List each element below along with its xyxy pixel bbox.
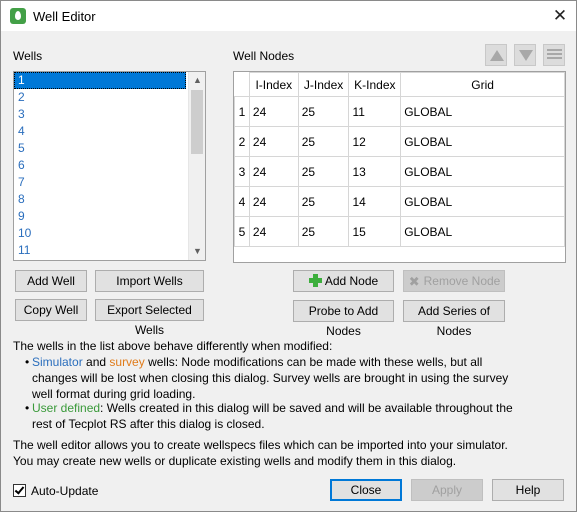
wells-list[interactable]: 1 2 3 4 5 6 7 8 9 10 11 ▲ ▼	[13, 71, 206, 261]
list-item[interactable]: 11	[14, 242, 186, 259]
probe-to-add-nodes-button[interactable]: Probe to Add Nodes	[293, 300, 394, 338]
auto-update-label[interactable]: Auto-Update	[31, 484, 98, 498]
k-index-cell[interactable]: 11	[348, 96, 402, 127]
title-bar: Well Editor ✕	[1, 1, 576, 31]
table-row[interactable]: 3 24 25 13 GLOBAL	[234, 156, 565, 187]
row-number: 3	[234, 156, 250, 187]
copy-well-button[interactable]: Copy Well	[15, 299, 87, 321]
grid-cell[interactable]: GLOBAL	[400, 156, 565, 187]
bullet2-text: : Wells created in this dialog will be s…	[32, 401, 513, 431]
add-well-button[interactable]: Add Well	[15, 270, 87, 292]
x-icon: ✖	[408, 274, 420, 289]
apply-button[interactable]: Apply	[411, 479, 483, 501]
column-header[interactable]: I-Index	[248, 72, 299, 97]
grid-cell[interactable]: GLOBAL	[400, 216, 565, 247]
well-editor-app-icon	[10, 8, 26, 24]
list-item[interactable]: 8	[14, 191, 186, 208]
row-number: 1	[234, 96, 250, 127]
j-index-cell[interactable]: 25	[297, 96, 350, 127]
check-icon	[14, 484, 25, 495]
row-number: 5	[234, 216, 250, 247]
well-nodes-grid[interactable]: I-Index J-Index K-Index Grid 1 24 25 11 …	[233, 71, 566, 263]
column-header[interactable]: K-Index	[348, 72, 402, 97]
k-index-cell[interactable]: 12	[348, 126, 402, 157]
k-index-cell[interactable]: 13	[348, 156, 402, 187]
k-index-cell[interactable]: 14	[348, 186, 402, 217]
intro-text: The wells in the list above behave diffe…	[13, 339, 333, 353]
grid-cell[interactable]: GLOBAL	[400, 96, 565, 127]
move-up-icon[interactable]	[485, 44, 507, 66]
j-index-cell[interactable]: 25	[297, 186, 350, 217]
scroll-thumb[interactable]	[191, 90, 203, 154]
list-item[interactable]: 9	[14, 208, 186, 225]
i-index-cell[interactable]: 24	[248, 216, 299, 247]
close-icon[interactable]: ✕	[551, 7, 569, 25]
add-node-button[interactable]: Add Node	[293, 270, 394, 292]
well-editor-window: Well Editor ✕ Wells 1 2 3 4 5 6 7 8 9 10…	[0, 0, 577, 512]
export-selected-wells-button[interactable]: Export Selected Wells	[95, 299, 204, 337]
help-button[interactable]: Help	[492, 479, 564, 501]
list-item[interactable]: 2	[14, 89, 186, 106]
plus-icon	[308, 274, 322, 287]
i-index-cell[interactable]: 24	[248, 126, 299, 157]
list-item[interactable]: 3	[14, 106, 186, 123]
remove-node-button[interactable]: ✖ Remove Node	[403, 270, 505, 292]
grid-corner	[234, 72, 250, 97]
well-nodes-label: Well Nodes	[233, 49, 295, 63]
list-item[interactable]: 10	[14, 225, 186, 242]
column-header[interactable]: J-Index	[297, 72, 350, 97]
list-item[interactable]: 6	[14, 157, 186, 174]
j-index-cell[interactable]: 25	[297, 156, 350, 187]
i-index-cell[interactable]: 24	[248, 96, 299, 127]
close-button[interactable]: Close	[330, 479, 402, 501]
i-index-cell[interactable]: 24	[248, 156, 299, 187]
table-row[interactable]: 1 24 25 11 GLOBAL	[234, 96, 565, 127]
grid-cell[interactable]: GLOBAL	[400, 186, 565, 217]
table-row[interactable]: 2 24 25 12 GLOBAL	[234, 126, 565, 157]
i-index-cell[interactable]: 24	[248, 186, 299, 217]
grid-cell[interactable]: GLOBAL	[400, 126, 565, 157]
list-item[interactable]: 4	[14, 123, 186, 140]
wells-label: Wells	[13, 49, 43, 63]
survey-label: survey	[109, 355, 145, 369]
footer-text: The well editor allows you to create wel…	[13, 438, 508, 468]
user-defined-label: User defined	[32, 401, 101, 415]
row-number: 4	[234, 186, 250, 217]
column-header[interactable]: Grid	[400, 72, 565, 97]
add-series-of-nodes-button[interactable]: Add Series of Nodes	[403, 300, 505, 338]
scroll-down-icon[interactable]: ▼	[189, 243, 205, 260]
table-row[interactable]: 4 24 25 14 GLOBAL	[234, 186, 565, 217]
auto-update-checkbox[interactable]	[13, 484, 26, 497]
window-title: Well Editor	[33, 9, 96, 24]
table-row[interactable]: 5 24 25 15 GLOBAL	[234, 216, 565, 247]
j-index-cell[interactable]: 25	[297, 126, 350, 157]
and-text: and	[82, 355, 110, 369]
list-item[interactable]: 7	[14, 174, 186, 191]
move-down-icon[interactable]	[514, 44, 536, 66]
j-index-cell[interactable]: 25	[297, 216, 350, 247]
import-wells-button[interactable]: Import Wells	[95, 270, 204, 292]
list-item[interactable]: 5	[14, 140, 186, 157]
scroll-up-icon[interactable]: ▲	[189, 72, 205, 89]
row-number: 2	[234, 126, 250, 157]
list-icon[interactable]	[543, 44, 565, 66]
list-item[interactable]: 1	[14, 72, 186, 89]
remove-node-label: Remove Node	[423, 274, 501, 288]
k-index-cell[interactable]: 15	[348, 216, 402, 247]
simulator-label: Simulator	[32, 355, 83, 369]
wells-scrollbar[interactable]: ▲ ▼	[188, 72, 205, 260]
add-node-label: Add Node	[324, 274, 379, 288]
